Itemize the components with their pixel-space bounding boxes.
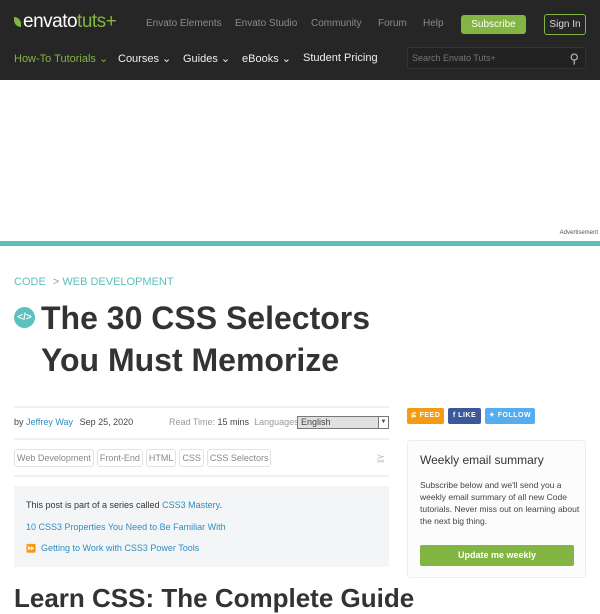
link-help[interactable]: Help <box>423 18 444 29</box>
series-box: This post is part of a series called CSS… <box>14 486 389 567</box>
series-item[interactable]: 10 CSS3 Properties You Need to Be Famili… <box>26 522 226 532</box>
chevron-down-icon: ▼ <box>378 417 388 428</box>
nav-student-pricing[interactable]: Student Pricing <box>303 52 378 64</box>
newsletter-title: Weekly email summary <box>420 453 544 467</box>
update-me-weekly-button[interactable]: Update me weekly <box>420 545 574 566</box>
code-icon: </> <box>14 307 35 328</box>
fast-forward-icon: ⏩ <box>26 544 36 553</box>
tag[interactable]: CSS <box>179 449 204 467</box>
divider <box>0 241 600 246</box>
tag[interactable]: CSS Selectors <box>206 449 272 467</box>
page-title: The 30 CSS Selectors You Must Memorize <box>41 300 371 378</box>
tag[interactable]: HTML <box>145 449 177 467</box>
read-time: 15 mins <box>217 417 250 427</box>
sign-in-button[interactable]: Sign In <box>544 14 586 35</box>
nav-how-to-tutorials[interactable]: How-To Tutorials ⌄ <box>14 52 108 65</box>
twitter-icon: ✦ <box>488 412 496 419</box>
advertisement-label: Advertisement <box>559 230 598 236</box>
breadcrumb-code[interactable]: CODE <box>14 276 46 288</box>
subscribe-button[interactable]: Subscribe <box>461 15 526 34</box>
nav-courses[interactable]: Courses ⌄ <box>118 52 171 65</box>
rss-icon: ⊈ <box>410 412 418 419</box>
divider <box>14 406 389 408</box>
language-select[interactable]: English ▼ <box>297 416 389 429</box>
link-forum[interactable]: Forum <box>378 18 407 29</box>
article-meta: by Jeffrey Way Sep 25, 2020 Read Time: 1… <box>14 416 389 429</box>
newsletter-box: Weekly email summary Subscribe below and… <box>407 440 586 578</box>
tag[interactable]: Front-End <box>96 449 143 467</box>
series-link[interactable]: CSS3 Mastery <box>162 500 219 510</box>
envato-tuts-logo[interactable]: envatotuts+ <box>14 11 117 33</box>
tag-list: Web Development Front-End HTML CSS CSS S… <box>14 449 272 467</box>
newsletter-text: Subscribe below and we'll send you a wee… <box>420 480 580 526</box>
nav-ebooks[interactable]: eBooks ⌄ <box>242 52 291 65</box>
search-icon[interactable]: ⚲ <box>569 51 579 67</box>
leaf-icon <box>14 17 21 27</box>
search-box: ⚲ <box>407 47 586 69</box>
search-input[interactable] <box>408 48 558 68</box>
link-community[interactable]: Community <box>311 18 362 29</box>
breadcrumb: CODE > WEB DEVELOPMENT <box>14 276 174 288</box>
tag[interactable]: Web Development <box>14 449 94 467</box>
divider <box>14 475 389 477</box>
publish-date: Sep 25, 2020 <box>79 417 134 427</box>
feed-button[interactable]: ⊈ FEED <box>407 408 444 424</box>
breadcrumb-web-development[interactable]: WEB DEVELOPMENT <box>62 276 173 288</box>
author-link[interactable]: Jeffrey Way <box>26 417 73 427</box>
section-heading: Learn CSS: The Complete Guide <box>14 583 415 613</box>
facebook-icon: f <box>452 412 456 419</box>
site-header: envatotuts+ Envato Elements Envato Studi… <box>0 0 600 80</box>
link-envato-studio[interactable]: Envato Studio <box>235 18 297 29</box>
divider <box>14 438 389 440</box>
twitter-follow-button[interactable]: ✦ FOLLOW <box>485 408 535 424</box>
nav-guides[interactable]: Guides ⌄ <box>183 52 230 65</box>
facebook-like-button[interactable]: f LIKE <box>448 408 481 424</box>
link-envato-elements[interactable]: Envato Elements <box>146 18 222 29</box>
series-item-next[interactable]: Getting to Work with CSS3 Power Tools <box>41 543 199 553</box>
share-icon[interactable]: ⪴ <box>376 451 385 464</box>
